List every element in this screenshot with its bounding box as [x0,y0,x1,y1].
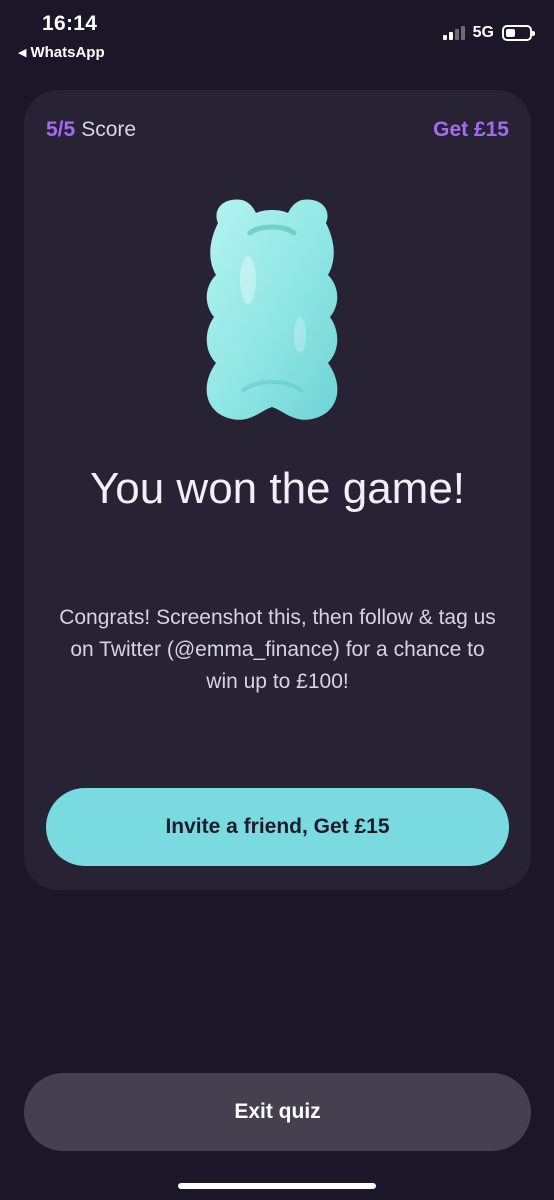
signal-icon [442,26,465,40]
result-title: You won the game! [89,464,466,513]
status-bar: 16:14 ◀ WhatsApp 5G [0,0,554,70]
score-value: 5/5 [46,118,76,141]
result-message: Congrats! Screenshot this, then follow &… [59,606,496,693]
clock: 16:14 [42,12,98,35]
back-app-label: WhatsApp [30,44,105,61]
back-arrow-icon: ◀ [18,47,27,59]
network-label: 5G [472,24,494,41]
invite-friend-button[interactable]: Invite a friend, Get £15 [46,788,509,866]
status-icons: 5G [442,24,535,42]
score-label: Score [81,118,137,141]
exit-quiz-button[interactable]: Exit quiz [24,1073,531,1151]
result-card: 5/5 Score Get £15 You won the game! Congr… [24,90,531,890]
reward-link[interactable]: Get £15 [433,118,509,142]
score: 5/5 Score [46,118,136,142]
home-indicator[interactable] [178,1183,376,1189]
back-to-app-link[interactable]: ◀ WhatsApp [18,44,105,61]
gummy-bear-icon [206,199,338,420]
battery-icon [502,25,535,41]
